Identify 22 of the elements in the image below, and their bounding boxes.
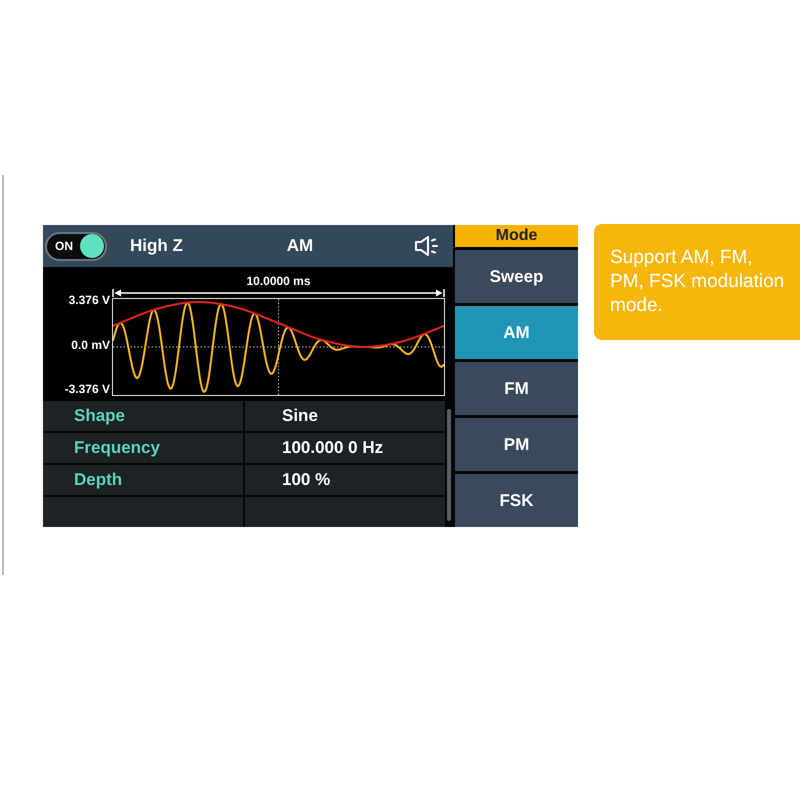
menu-item[interactable]: PM: [455, 418, 578, 471]
table-cell: 100 %: [245, 465, 445, 495]
table-cell: Sine: [245, 401, 445, 431]
scrollbar[interactable]: [447, 409, 451, 521]
table-cell: Depth: [43, 465, 243, 495]
menu-title: Mode: [455, 225, 578, 247]
speaker-icon: [414, 235, 440, 257]
callout-text: Support AM, FM, PM, FSK modulation mode.: [610, 246, 786, 318]
axis-label: 3.376 V: [68, 293, 110, 307]
mode-title: AM: [286, 236, 314, 256]
table-cell: Shape: [43, 401, 243, 431]
table-cell: 100.000 0 Hz: [245, 433, 445, 463]
menu-item[interactable]: Sweep: [455, 250, 578, 303]
output-toggle[interactable]: ON: [45, 232, 107, 260]
menu-item[interactable]: FM: [455, 362, 578, 415]
toggle-knob[interactable]: [80, 234, 104, 258]
axis-label: -3.376 V: [64, 382, 110, 396]
time-span-label: 10.0000 ms: [246, 274, 311, 288]
load-label: High Z: [130, 236, 184, 256]
axis-label: 0.0 mV: [71, 338, 110, 352]
menu-item[interactable]: FSK: [455, 474, 578, 527]
table-cell: Frequency: [43, 433, 243, 463]
